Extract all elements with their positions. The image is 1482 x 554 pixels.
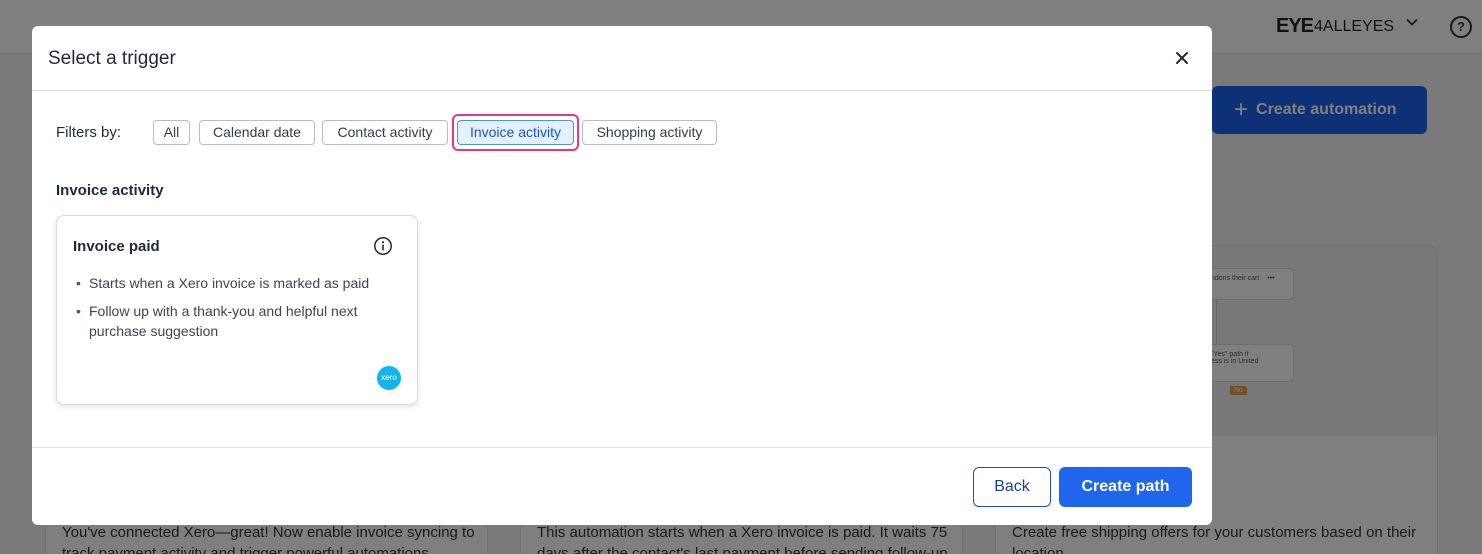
close-icon	[1169, 45, 1195, 71]
modal-header: Select a trigger	[32, 26, 1212, 91]
create-path-button[interactable]: Create path	[1059, 467, 1192, 507]
filter-chip-invoice-activity[interactable]: Invoice activity	[457, 120, 574, 145]
xero-logo-icon: xero	[377, 366, 401, 390]
list-item: Follow up with a thank-you and helpful n…	[75, 301, 405, 341]
filter-chip-all[interactable]: All	[153, 120, 190, 145]
select-trigger-modal: Select a trigger Filters by: All Calenda…	[32, 26, 1212, 525]
info-icon[interactable]	[373, 236, 393, 256]
list-item: Starts when a Xero invoice is marked as …	[75, 273, 405, 293]
trigger-card-bullets: Starts when a Xero invoice is marked as …	[75, 273, 405, 349]
filter-chip-contact-activity[interactable]: Contact activity	[322, 120, 448, 145]
modal-title: Select a trigger	[48, 48, 176, 69]
modal-footer: Back Create path	[32, 447, 1212, 525]
filter-chip-calendar-date[interactable]: Calendar date	[199, 120, 315, 145]
back-button[interactable]: Back	[973, 467, 1051, 507]
filters-label: Filters by:	[56, 124, 122, 141]
section-title: Invoice activity	[56, 182, 164, 199]
trigger-card-invoice-paid[interactable]: Invoice paid Starts when a Xero invoice …	[56, 215, 418, 405]
close-button[interactable]	[1169, 45, 1195, 71]
trigger-card-title: Invoice paid	[73, 238, 160, 255]
filter-chip-shopping-activity[interactable]: Shopping activity	[582, 120, 717, 145]
